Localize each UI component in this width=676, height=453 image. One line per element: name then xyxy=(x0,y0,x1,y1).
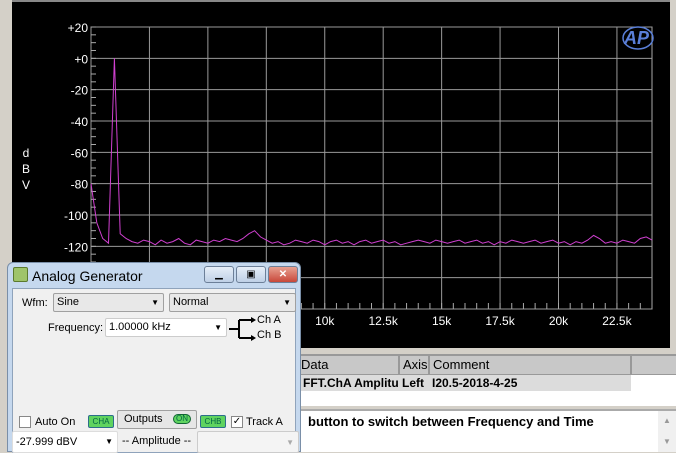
y-axis-label: B xyxy=(22,162,30,176)
amplitude-input[interactable]: -27.999 dBV ▼ xyxy=(12,431,118,453)
amplitude-value: -27.999 dBV xyxy=(16,436,78,448)
y-axis-label: d xyxy=(23,146,30,160)
waveform-select[interactable]: Sine ▼ xyxy=(53,293,164,312)
mode-value: Normal xyxy=(173,296,209,308)
minimize-button[interactable]: ▁ xyxy=(204,266,234,283)
mode-select[interactable]: Normal ▼ xyxy=(169,293,296,312)
y-tick-label: -120 xyxy=(64,240,88,254)
chevron-down-icon: ▼ xyxy=(151,298,159,307)
table-cell-axis[interactable]: Left xyxy=(399,375,429,391)
ch-b-label: Ch B xyxy=(257,329,282,341)
frequency-input[interactable]: 1.00000 kHz ▼ xyxy=(105,318,227,337)
y-tick-label: +20 xyxy=(68,21,89,35)
ch-a-label: Ch A xyxy=(257,314,281,326)
maximize-button[interactable]: ▣ xyxy=(236,266,266,283)
outputs-button[interactable]: Outputs ON xyxy=(117,410,197,429)
close-button[interactable]: ✕ xyxy=(268,266,298,283)
column-header-data[interactable]: Data xyxy=(297,355,399,375)
outputs-on-badge: ON xyxy=(173,414,191,424)
help-text-area: button to switch between Frequency and T… xyxy=(300,409,676,452)
y-tick-label: -80 xyxy=(71,178,89,192)
y-tick-label: -100 xyxy=(64,209,88,223)
trace-table: Data Axis Comment FFT.ChA Amplituc Left … xyxy=(297,354,676,406)
y-tick-label: +0 xyxy=(74,52,88,66)
waveform-value: Sine xyxy=(57,296,80,308)
x-tick-label: 12.5k xyxy=(369,314,399,328)
track-a-checkbox[interactable]: ✓ xyxy=(231,416,243,428)
frequency-label: Frequency: xyxy=(48,322,104,334)
generator-body: Wfm: Sine ▼ Normal ▼ Frequency: 1.00000 kH… xyxy=(12,288,299,453)
table-cell-data[interactable]: FFT.ChA Amplituc xyxy=(300,375,399,391)
chevron-down-icon: ▼ xyxy=(286,438,294,447)
x-tick-label: 15k xyxy=(432,314,452,328)
generator-app-icon xyxy=(13,267,28,282)
wfm-label: Wfm: xyxy=(22,297,48,309)
chevron-down-icon: ▼ xyxy=(283,298,291,307)
column-header-blank xyxy=(631,355,676,375)
chb-indicator[interactable]: CHB xyxy=(200,415,226,428)
x-tick-label: 20k xyxy=(549,314,569,328)
cha-indicator[interactable]: CHA xyxy=(88,415,114,428)
x-tick-label: 22.5k xyxy=(602,314,632,328)
y-tick-label: -60 xyxy=(71,146,89,160)
track-a-label: Track A xyxy=(246,416,283,428)
fft-trace xyxy=(90,58,653,246)
amplitude-label: -- Amplitude -- xyxy=(122,435,192,447)
outputs-label: Outputs xyxy=(124,413,163,425)
y-tick-label: -20 xyxy=(71,84,89,98)
help-text: button to switch between Frequency and T… xyxy=(308,414,594,429)
x-tick-label: 17.5k xyxy=(485,314,515,328)
y-tick-label: -40 xyxy=(71,115,89,129)
y-axis-label: V xyxy=(22,178,30,192)
help-scrollbar[interactable]: ▲ ▼ xyxy=(658,411,676,452)
chevron-down-icon: ▼ xyxy=(105,437,113,446)
analog-generator-window: Analog Generator ▁ ▣ ✕ Wfm: Sine ▼ Normal… xyxy=(7,262,301,453)
chevron-down-icon: ▼ xyxy=(214,323,222,332)
channel-routing-icon xyxy=(229,317,256,341)
amplitude-unit-select[interactable]: ▼ xyxy=(197,431,299,453)
table-cell-comment[interactable]: I20.5-2018-4-25 xyxy=(429,375,631,391)
window-title: Analog Generator xyxy=(32,268,143,284)
auto-on-label: Auto On xyxy=(35,416,76,428)
column-header-axis[interactable]: Axis xyxy=(399,355,429,375)
auto-on-checkbox[interactable] xyxy=(19,416,31,428)
column-header-comment[interactable]: Comment xyxy=(429,355,631,375)
x-tick-label: 10k xyxy=(315,314,335,328)
frequency-value: 1.00000 kHz xyxy=(109,321,171,333)
